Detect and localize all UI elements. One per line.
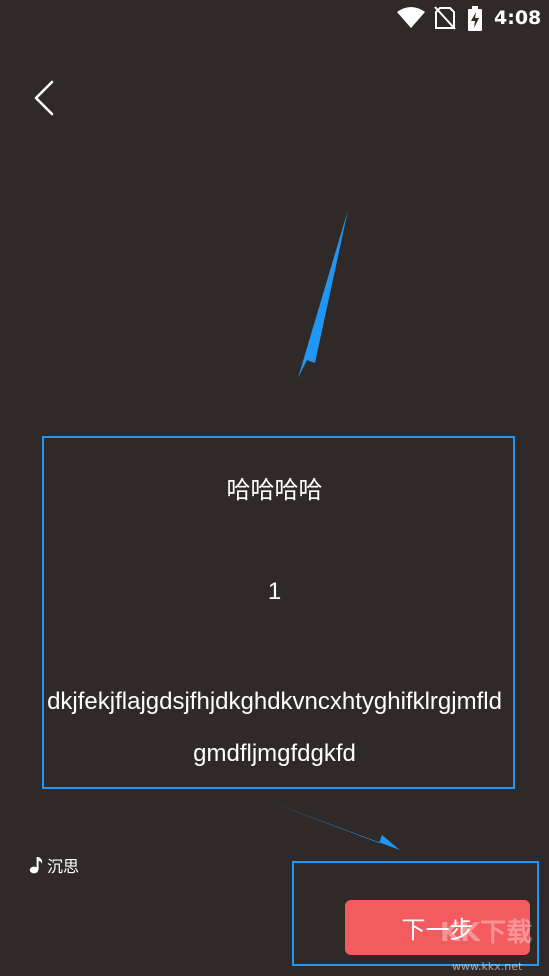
no-sim-icon	[434, 6, 456, 30]
lyric-title: 哈哈哈哈	[226, 476, 323, 504]
annotation-arrow-right	[265, 800, 400, 850]
song-name: 沉思	[47, 857, 80, 876]
lyric-text: dkjfekjflajgdsjfhjdkghdkvncxhtyghifklrgj…	[47, 688, 502, 767]
battery-charging-icon	[468, 6, 482, 31]
watermark-url: www.kkx.net	[452, 960, 523, 973]
wifi-icon	[397, 7, 425, 28]
chevron-left-icon	[34, 80, 54, 116]
song-selector[interactable]: 沉思	[28, 853, 79, 877]
watermark-logo: KK下载	[440, 918, 533, 948]
status-bar: 4:08	[0, 0, 549, 36]
status-time: 4:08	[494, 7, 542, 29]
lyric-number: 1	[267, 578, 282, 605]
back-button[interactable]	[22, 76, 66, 120]
music-note-icon	[29, 857, 43, 874]
annotation-arrow-down	[298, 210, 348, 378]
